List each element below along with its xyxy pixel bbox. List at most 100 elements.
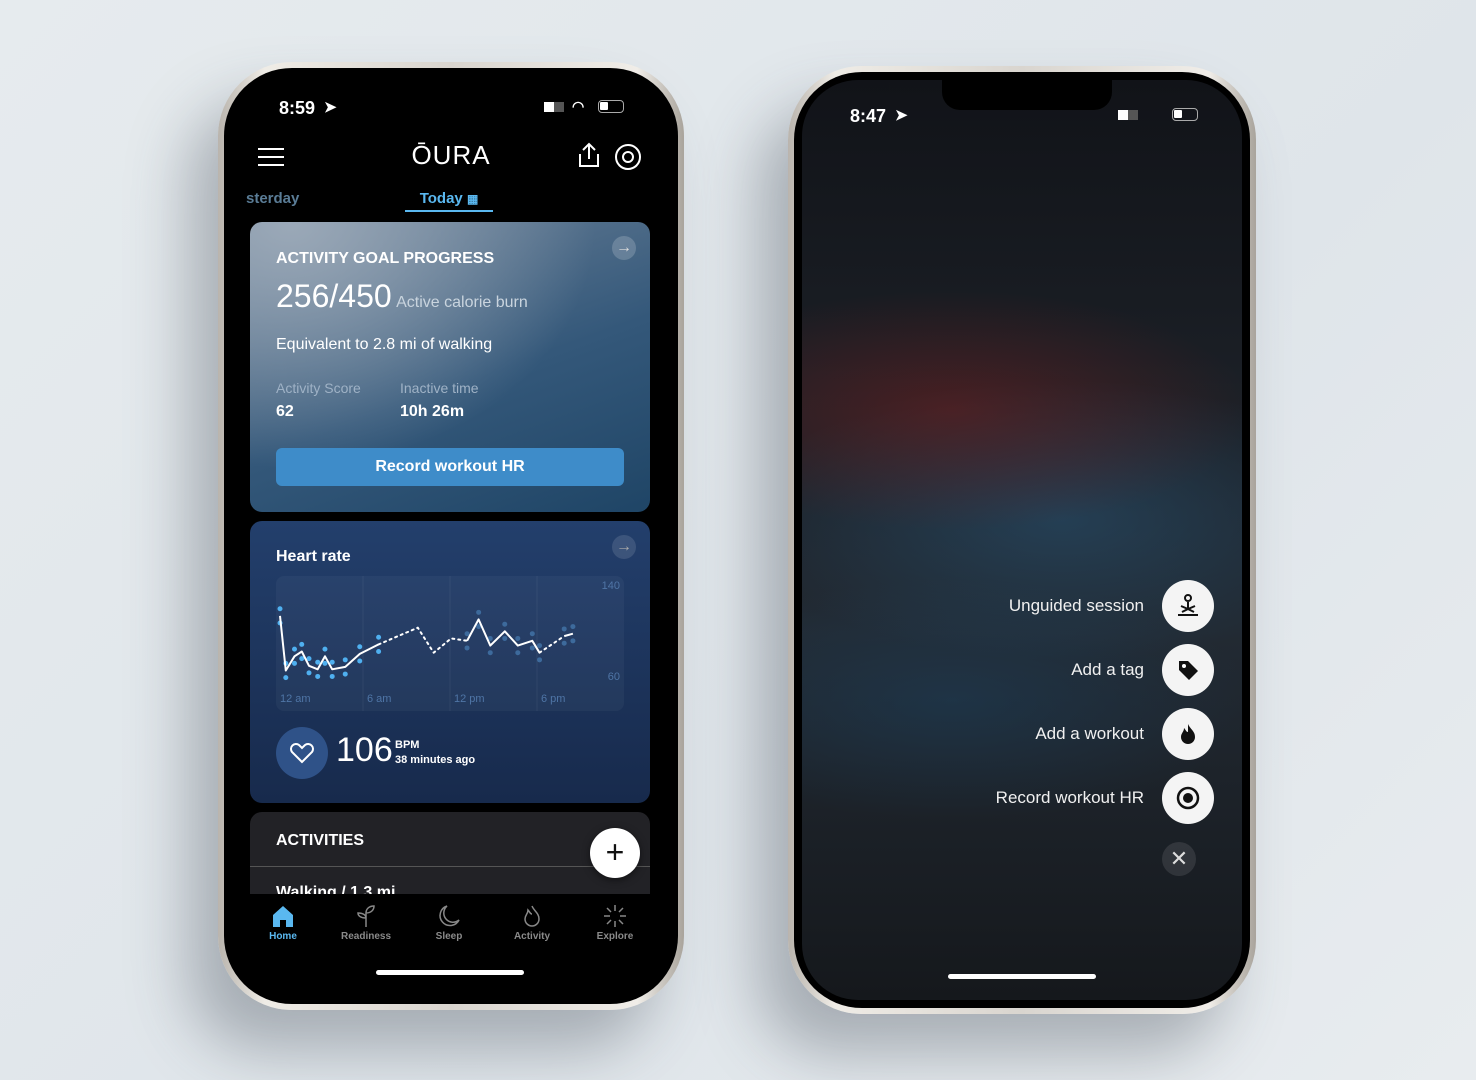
menu-unguided-session[interactable]: Unguided session bbox=[1009, 580, 1214, 632]
hr-sample-dot bbox=[329, 673, 335, 679]
sparkle-icon bbox=[604, 905, 626, 927]
x-tick-label: 6 pm bbox=[541, 693, 565, 705]
calorie-label: Active calorie burn bbox=[396, 294, 528, 311]
hr-sample-dot bbox=[376, 634, 382, 640]
activities-title: ACTIVITIES bbox=[276, 832, 365, 849]
tab-activity[interactable]: Activity bbox=[497, 904, 567, 942]
record-workout-hr-button[interactable]: Record workout HR bbox=[276, 448, 624, 486]
moon-icon bbox=[439, 905, 460, 927]
tab-readiness[interactable]: Readiness bbox=[331, 904, 401, 942]
x-tick-label: 12 pm bbox=[454, 693, 485, 705]
tab-today[interactable]: Today ▦ bbox=[405, 182, 493, 212]
right-phone: 8:47 ➤ Unguided session Add a tag Add a … bbox=[788, 66, 1256, 1014]
hr-sample-dot bbox=[306, 670, 312, 676]
hr-sample-dot bbox=[515, 650, 521, 656]
calorie-progress: 256/450 bbox=[276, 278, 392, 314]
location-icon: ➤ bbox=[324, 99, 337, 116]
hr-sample-dot bbox=[322, 646, 328, 652]
menu-label: Add a workout bbox=[1035, 724, 1144, 743]
arrow-right-icon[interactable]: → bbox=[612, 236, 636, 260]
hr-sample-dot bbox=[342, 671, 348, 677]
hr-sample-dot bbox=[464, 631, 470, 637]
calendar-icon: ▦ bbox=[466, 192, 479, 206]
hr-sample-dot bbox=[322, 660, 328, 666]
meditation-icon bbox=[1162, 580, 1214, 632]
score-label: Activity Score bbox=[276, 380, 361, 396]
hr-sample-dot bbox=[529, 645, 535, 651]
menu-add-tag[interactable]: Add a tag bbox=[1071, 644, 1214, 696]
hr-sample-dot bbox=[292, 646, 297, 652]
divider bbox=[250, 866, 650, 867]
home-icon bbox=[273, 906, 293, 927]
add-activity-button[interactable]: + bbox=[590, 828, 640, 878]
battery-icon bbox=[1172, 108, 1198, 121]
home-indicator bbox=[948, 974, 1096, 979]
signal-icon bbox=[1118, 110, 1138, 120]
quick-actions-screen: 8:47 ➤ Unguided session Add a tag Add a … bbox=[802, 80, 1242, 1000]
tab-home[interactable]: Home bbox=[248, 904, 318, 942]
menu-record-workout-hr[interactable]: Record workout HR bbox=[996, 772, 1214, 824]
hr-sample-dot bbox=[299, 641, 305, 647]
tab-bar: Home Readiness Sleep Activity Explore bbox=[232, 894, 670, 996]
location-icon: ➤ bbox=[895, 107, 908, 124]
tab-label: Activity bbox=[513, 931, 551, 942]
flame-icon bbox=[1162, 708, 1214, 760]
y-tick-label: 140 bbox=[602, 580, 620, 592]
inactive-label: Inactive time bbox=[400, 380, 479, 396]
record-icon bbox=[1162, 772, 1214, 824]
hr-sample-dot bbox=[357, 658, 363, 664]
bpm-time: 38 minutes ago bbox=[395, 754, 476, 766]
hr-sample-dot bbox=[487, 650, 493, 656]
hr-sample-dot bbox=[537, 657, 543, 663]
battery-icon bbox=[598, 100, 624, 113]
wifi-icon: ◠ bbox=[572, 98, 585, 114]
tab-yesterday[interactable]: sterday bbox=[246, 190, 299, 207]
share-icon[interactable] bbox=[577, 142, 601, 168]
equivalent-text: Equivalent to 2.8 mi of walking bbox=[276, 336, 493, 353]
menu-label: Unguided session bbox=[1008, 596, 1144, 615]
hr-sample-dot bbox=[283, 675, 289, 681]
hr-sample-dot bbox=[561, 640, 567, 646]
hr-sample-dot bbox=[292, 660, 297, 666]
x-tick-label: 12 am bbox=[280, 693, 311, 705]
hr-sample-dot bbox=[502, 621, 508, 627]
status-time: 8:59 bbox=[279, 98, 316, 118]
hr-sample-dot bbox=[315, 673, 321, 679]
hr-sample-dot bbox=[329, 659, 335, 665]
arrow-right-icon[interactable]: → bbox=[612, 535, 636, 559]
close-icon[interactable]: ✕ bbox=[1162, 842, 1196, 876]
activity-goal-card[interactable]: ACTIVITY GOAL PROGRESS → 256/450 Active … bbox=[250, 222, 650, 512]
bpm-unit: BPM bbox=[395, 739, 420, 751]
tab-label: Home bbox=[269, 931, 297, 942]
hr-sample-dot bbox=[529, 631, 535, 637]
hr-sample-dot bbox=[342, 657, 348, 663]
menu-label: Record workout HR bbox=[995, 788, 1144, 807]
card-title: Heart rate bbox=[276, 548, 351, 565]
heart-rate-card[interactable]: Heart rate → 12 am 6 am 12 pm 6 pm 140 60 106… bbox=[250, 521, 650, 803]
ring-icon[interactable] bbox=[614, 143, 642, 171]
hr-sample-dot bbox=[357, 644, 363, 650]
status-bar: 8:59 ➤ ◠ bbox=[232, 98, 670, 122]
hr-sample-dot bbox=[515, 635, 521, 641]
menu-add-workout[interactable]: Add a workout bbox=[1035, 708, 1214, 760]
bpm-value: 106 bbox=[336, 731, 393, 769]
tab-sleep[interactable]: Sleep bbox=[414, 904, 484, 942]
hr-sample-dot bbox=[315, 659, 321, 665]
home-indicator bbox=[376, 970, 524, 975]
oura-logo: ŌURA bbox=[411, 140, 491, 170]
signal-icon bbox=[544, 102, 564, 112]
hr-sample-dot bbox=[570, 638, 576, 644]
tab-today-label: Today bbox=[419, 190, 463, 207]
tab-explore[interactable]: Explore bbox=[580, 904, 650, 942]
hr-sample-dot bbox=[502, 635, 508, 641]
tab-label: Sleep bbox=[435, 931, 463, 942]
tab-label: Explore bbox=[596, 931, 634, 942]
sprout-icon bbox=[357, 905, 375, 927]
hr-sample-dot bbox=[476, 609, 482, 615]
tab-label: Readiness bbox=[340, 931, 392, 942]
hr-sample-dot bbox=[376, 649, 382, 654]
heart-icon bbox=[276, 727, 328, 779]
score-value: 62 bbox=[276, 403, 294, 420]
menu-label: Add a tag bbox=[1071, 660, 1144, 679]
home-screen: 8:59 ➤ ◠ ŌURA sterday Today ▦ ACTIVITY G… bbox=[232, 76, 670, 996]
